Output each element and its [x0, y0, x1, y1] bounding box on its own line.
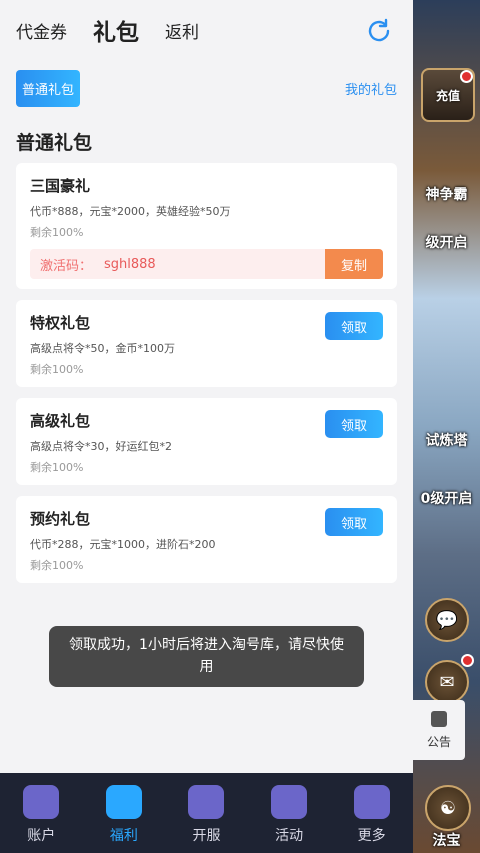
- grid-icon: [353, 785, 390, 819]
- recharge-label: 充值: [435, 88, 460, 103]
- top-tabs: 代金券 礼包 返利: [0, 0, 413, 60]
- code-label: 激活码：: [40, 258, 93, 274]
- section-title: 普通礼包: [16, 132, 93, 154]
- nav-welfare[interactable]: 福利: [83, 773, 166, 853]
- game-label-1: 神争霸: [425, 187, 468, 203]
- fabao-icon[interactable]: ☯: [425, 785, 471, 831]
- gift-icon: [105, 785, 142, 819]
- chat-icon[interactable]: 💬: [425, 598, 469, 642]
- copy-button[interactable]: 复制: [325, 249, 383, 279]
- gift-desc: 高级点将令*30，好运红包*2: [30, 440, 172, 453]
- nav-activity[interactable]: 活动: [248, 773, 331, 853]
- gift-card: 特权礼包 高级点将令*50，金币*100万 剩余100% 领取: [16, 300, 397, 387]
- gift-card: 预约礼包 代币*288，元宝*1000，进阶石*200 剩余100% 领取: [16, 496, 397, 583]
- game-label-2: 级开启: [425, 235, 468, 251]
- red-dot-badge: [460, 70, 473, 83]
- sub-row: 普通礼包 我的礼包: [0, 60, 413, 116]
- nav-label: 账户: [27, 828, 56, 844]
- game-label-4: 0级开启: [420, 491, 473, 507]
- bottom-nav: 账户 福利 开服 活动 更多: [0, 773, 413, 853]
- gift-remain: 剩余100%: [30, 461, 84, 474]
- fabao-label: 法宝: [432, 833, 461, 849]
- gift-desc: 代币*888，元宝*2000，英雄经验*50万: [30, 205, 231, 218]
- controller-icon: [271, 785, 308, 819]
- gift-remain: 剩余100%: [30, 226, 84, 239]
- notice-label: 公告: [426, 734, 451, 749]
- account-icon: [23, 785, 60, 819]
- gift-desc: 代币*288，元宝*1000，进阶石*200: [30, 538, 216, 551]
- notice-button[interactable]: 公告: [413, 700, 465, 760]
- toast-message: 领取成功，1小时后将进入淘号库，请尽快使用: [49, 626, 364, 687]
- nav-more[interactable]: 更多: [330, 773, 413, 853]
- mail-icon[interactable]: ✉: [425, 660, 469, 704]
- gift-title: 三国豪礼: [30, 177, 91, 195]
- gift-desc: 高级点将令*50，金币*100万: [30, 342, 175, 355]
- gift-card: 高级礼包 高级点将令*30，好运红包*2 剩余100% 领取: [16, 398, 397, 485]
- activation-code-row: 激活码： sghl888 复制: [30, 249, 383, 279]
- nav-label: 活动: [275, 828, 304, 844]
- gift-remain: 剩余100%: [30, 363, 84, 376]
- gift-card: 三国豪礼 代币*888，元宝*2000，英雄经验*50万 剩余100% 激活码：…: [16, 163, 397, 289]
- normal-gift-button[interactable]: 普通礼包: [16, 69, 81, 107]
- game-label-3: 试炼塔: [425, 433, 468, 449]
- gamepad-icon: [188, 785, 225, 819]
- nav-server[interactable]: 开服: [165, 773, 248, 853]
- tab-voucher[interactable]: 代金券: [16, 18, 67, 43]
- notice-icon: [431, 710, 447, 727]
- claim-button[interactable]: 领取: [325, 312, 383, 340]
- refresh-icon[interactable]: [365, 17, 393, 45]
- claim-button[interactable]: 领取: [325, 508, 383, 536]
- claim-button[interactable]: 领取: [325, 410, 383, 438]
- nav-label: 福利: [109, 828, 138, 844]
- my-gifts-link[interactable]: 我的礼包: [345, 79, 397, 98]
- red-dot-badge-2: [461, 654, 474, 667]
- activation-code: sghl888: [104, 256, 156, 272]
- nav-account[interactable]: 账户: [0, 773, 83, 853]
- gift-remain: 剩余100%: [30, 559, 84, 572]
- nav-label: 开服: [192, 828, 221, 844]
- nav-label: 更多: [357, 828, 386, 844]
- tab-gift[interactable]: 礼包: [93, 13, 139, 47]
- tab-rebate[interactable]: 返利: [165, 18, 199, 43]
